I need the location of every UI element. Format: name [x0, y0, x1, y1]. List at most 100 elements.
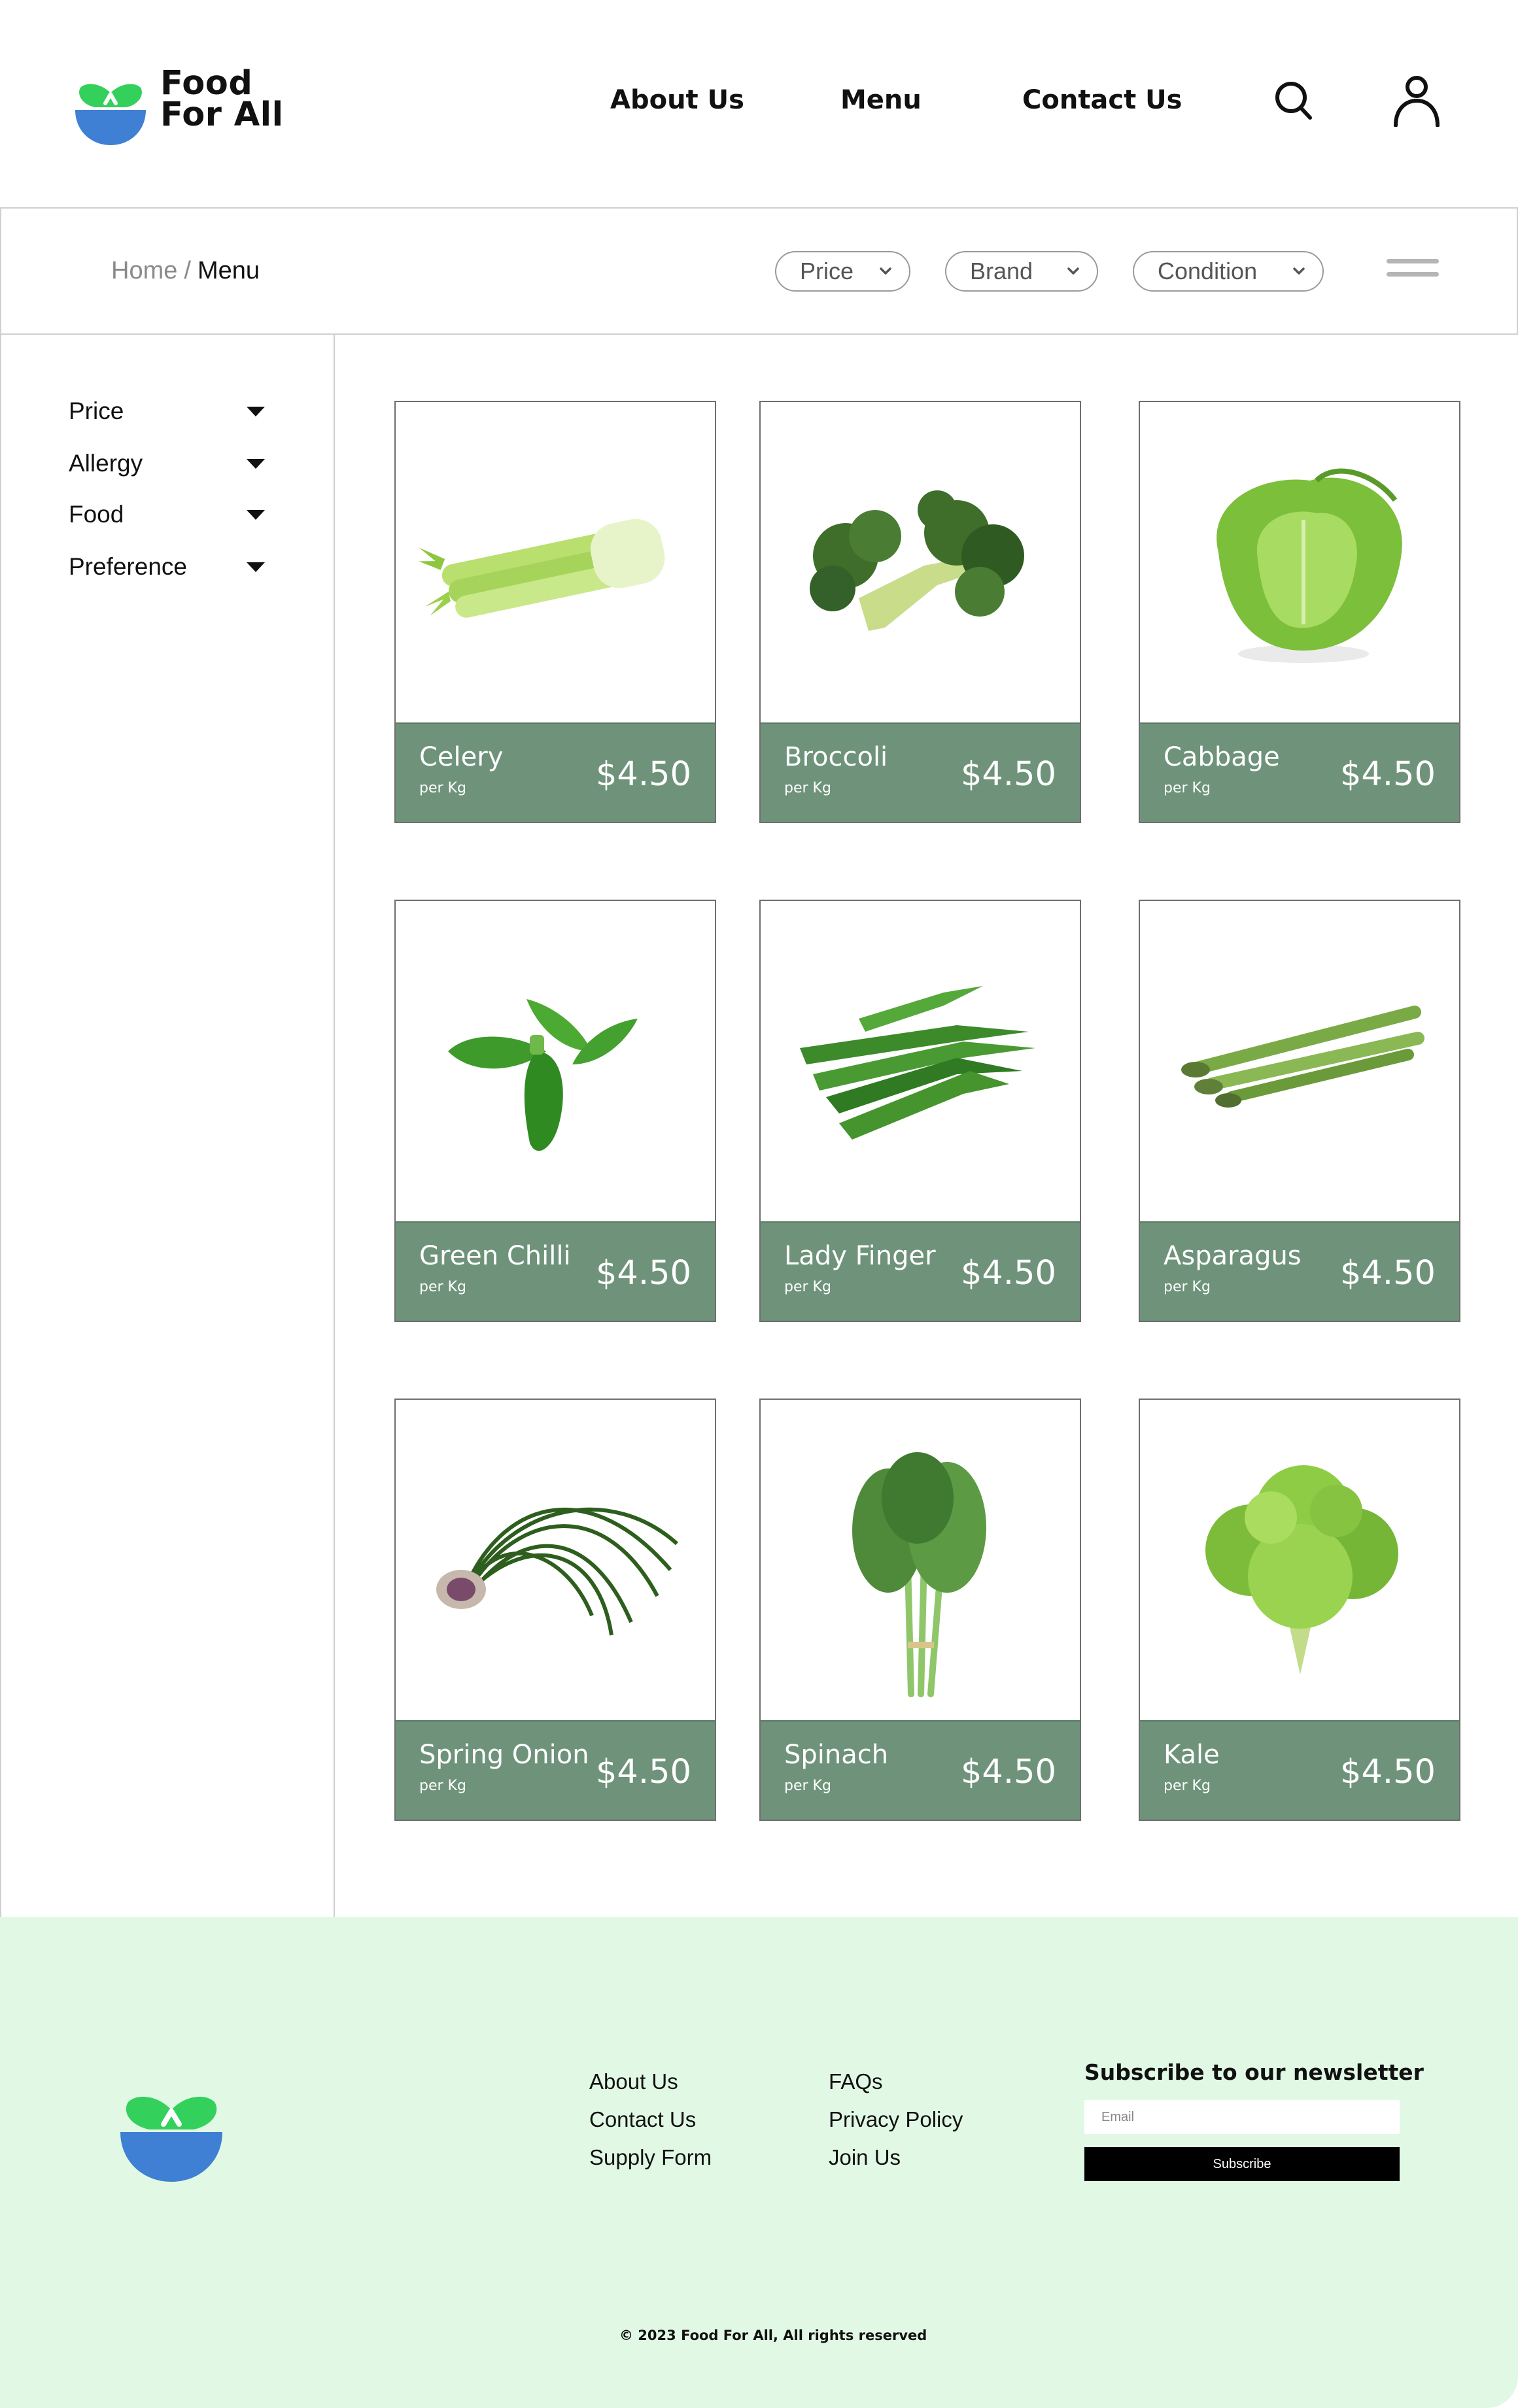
product-info-bar: Lady Finger per Kg $4.50 [761, 1221, 1080, 1321]
footer-link-join-us[interactable]: Join Us [829, 2145, 901, 2170]
nav-menu[interactable]: Menu [840, 85, 922, 115]
sidebar-filter-food[interactable]: Food [69, 496, 265, 535]
product-card-spring-onion[interactable]: Spring Onion per Kg $4.50 [394, 1399, 716, 1821]
product-price: $4.50 [595, 1753, 691, 1791]
price-filter-dropdown[interactable]: Price [775, 251, 910, 292]
home-logo-link[interactable]: Food For All [75, 64, 285, 145]
product-info-bar: Asparagus per Kg $4.50 [1140, 1221, 1459, 1321]
sidebar-filter-preference[interactable]: Preference [69, 548, 265, 587]
copyright-text: © 2023 Food For All, All rights reserved [619, 2328, 927, 2343]
chevron-down-icon [1067, 267, 1079, 275]
product-image-spinach [761, 1400, 1080, 1720]
green-chilli-image [448, 999, 638, 1151]
product-image-lady-finger [761, 901, 1080, 1221]
brand-line-1: Food [160, 64, 253, 103]
product-card-celery[interactable]: Celery per Kg $4.50 [394, 401, 716, 823]
product-image-broccoli [761, 402, 1080, 722]
product-price: $4.50 [960, 1753, 1056, 1791]
sidebar-filter-price[interactable]: Price [69, 392, 265, 432]
product-unit: per Kg [419, 1778, 466, 1794]
footer-link-about-us[interactable]: About Us [589, 2069, 678, 2094]
caret-down-icon [247, 459, 265, 469]
product-card-spinach[interactable]: Spinach per Kg $4.50 [759, 1399, 1081, 1821]
broccoli-image [810, 490, 1024, 631]
product-name: Spinach [784, 1740, 889, 1770]
nav-about-us[interactable]: About Us [610, 85, 744, 115]
footer-link-supply-form[interactable]: Supply Form [589, 2145, 712, 2170]
product-price: $4.50 [595, 1254, 691, 1293]
product-card-lady-finger[interactable]: Lady Finger per Kg $4.50 [759, 900, 1081, 1322]
brand-filter-label: Brand [970, 258, 1033, 284]
product-image-celery [396, 402, 715, 722]
breadcrumb-home[interactable]: Home [111, 257, 177, 284]
chevron-down-icon [1293, 267, 1305, 275]
filter-toolbar: Home / Menu Price Brand Condition [0, 207, 1518, 335]
view-options-button[interactable] [1387, 259, 1439, 285]
account-button[interactable] [1392, 75, 1441, 127]
product-card-asparagus[interactable]: Asparagus per Kg $4.50 [1139, 900, 1460, 1322]
sidebar-filter-label: Preference [69, 553, 187, 580]
menu-line-icon [1387, 259, 1439, 263]
site-footer: About Us Contact Us Supply Form FAQs Pri… [0, 1917, 1518, 2408]
product-name: Broccoli [784, 742, 888, 772]
product-info-bar: Broccoli per Kg $4.50 [761, 722, 1080, 822]
product-price: $4.50 [595, 755, 691, 794]
product-card-cabbage[interactable]: Cabbage per Kg $4.50 [1139, 401, 1460, 823]
site-header: Food For All About Us Menu Contact Us [0, 0, 1518, 208]
product-unit: per Kg [419, 780, 466, 796]
product-image-green-chilli [396, 901, 715, 1221]
product-info-bar: Cabbage per Kg $4.50 [1140, 722, 1459, 822]
subscribe-button[interactable]: Subscribe [1084, 2147, 1400, 2181]
footer-link-privacy-policy[interactable]: Privacy Policy [829, 2107, 963, 2132]
footer-link-faqs[interactable]: FAQs [829, 2069, 883, 2094]
spring-onion-image [436, 1507, 679, 1636]
celery-image [419, 518, 665, 618]
user-icon [1394, 76, 1440, 127]
product-price: $4.50 [1339, 1254, 1436, 1293]
product-name: Cabbage [1164, 742, 1280, 772]
product-image-cabbage [1140, 402, 1459, 722]
product-card-green-chilli[interactable]: Green Chilli per Kg $4.50 [394, 900, 716, 1322]
product-image-spring-onion [396, 1400, 715, 1720]
sidebar-filter-label: Allergy [69, 450, 143, 477]
product-name: Green Chilli [419, 1241, 571, 1271]
product-info-bar: Kale per Kg $4.50 [1140, 1720, 1459, 1820]
caret-down-icon [247, 510, 265, 520]
spinach-image [852, 1452, 986, 1697]
product-info-bar: Spinach per Kg $4.50 [761, 1720, 1080, 1820]
product-unit: per Kg [1164, 1778, 1211, 1794]
product-unit: per Kg [1164, 1279, 1211, 1295]
newsletter-email-field[interactable] [1084, 2100, 1400, 2134]
lady-finger-image [800, 986, 1035, 1140]
sidebar-filter-allergy[interactable]: Allergy [69, 445, 265, 484]
product-info-bar: Spring Onion per Kg $4.50 [396, 1720, 715, 1820]
brand-line-2: For All [160, 95, 284, 134]
product-price: $4.50 [960, 755, 1056, 794]
product-image-asparagus [1140, 901, 1459, 1221]
product-info-bar: Celery per Kg $4.50 [396, 722, 715, 822]
brand-filter-dropdown[interactable]: Brand [945, 251, 1098, 292]
product-unit: per Kg [1164, 780, 1211, 796]
product-card-broccoli[interactable]: Broccoli per Kg $4.50 [759, 401, 1081, 823]
sidebar-filter-label: Price [69, 398, 124, 424]
product-info-bar: Green Chilli per Kg $4.50 [396, 1221, 715, 1321]
footer-link-contact-us[interactable]: Contact Us [589, 2107, 696, 2132]
product-name: Asparagus [1164, 1241, 1302, 1271]
caret-down-icon [247, 562, 265, 572]
breadcrumb-current: Menu [197, 257, 260, 284]
nav-contact-us[interactable]: Contact Us [1022, 85, 1182, 115]
product-unit: per Kg [784, 1778, 831, 1794]
caret-down-icon [247, 407, 265, 416]
search-button[interactable] [1274, 80, 1313, 122]
product-unit: per Kg [784, 780, 831, 796]
cabbage-image [1216, 468, 1402, 663]
product-price: $4.50 [1339, 1753, 1436, 1791]
bowl-sprout-logo-icon [120, 2096, 222, 2182]
brand-name: Food For All [160, 64, 284, 134]
kale-image [1205, 1465, 1398, 1674]
breadcrumb: Home / Menu [111, 257, 260, 285]
product-card-kale[interactable]: Kale per Kg $4.50 [1139, 1399, 1460, 1821]
condition-filter-label: Condition [1158, 258, 1258, 284]
condition-filter-dropdown[interactable]: Condition [1133, 251, 1324, 292]
search-icon [1275, 82, 1312, 120]
